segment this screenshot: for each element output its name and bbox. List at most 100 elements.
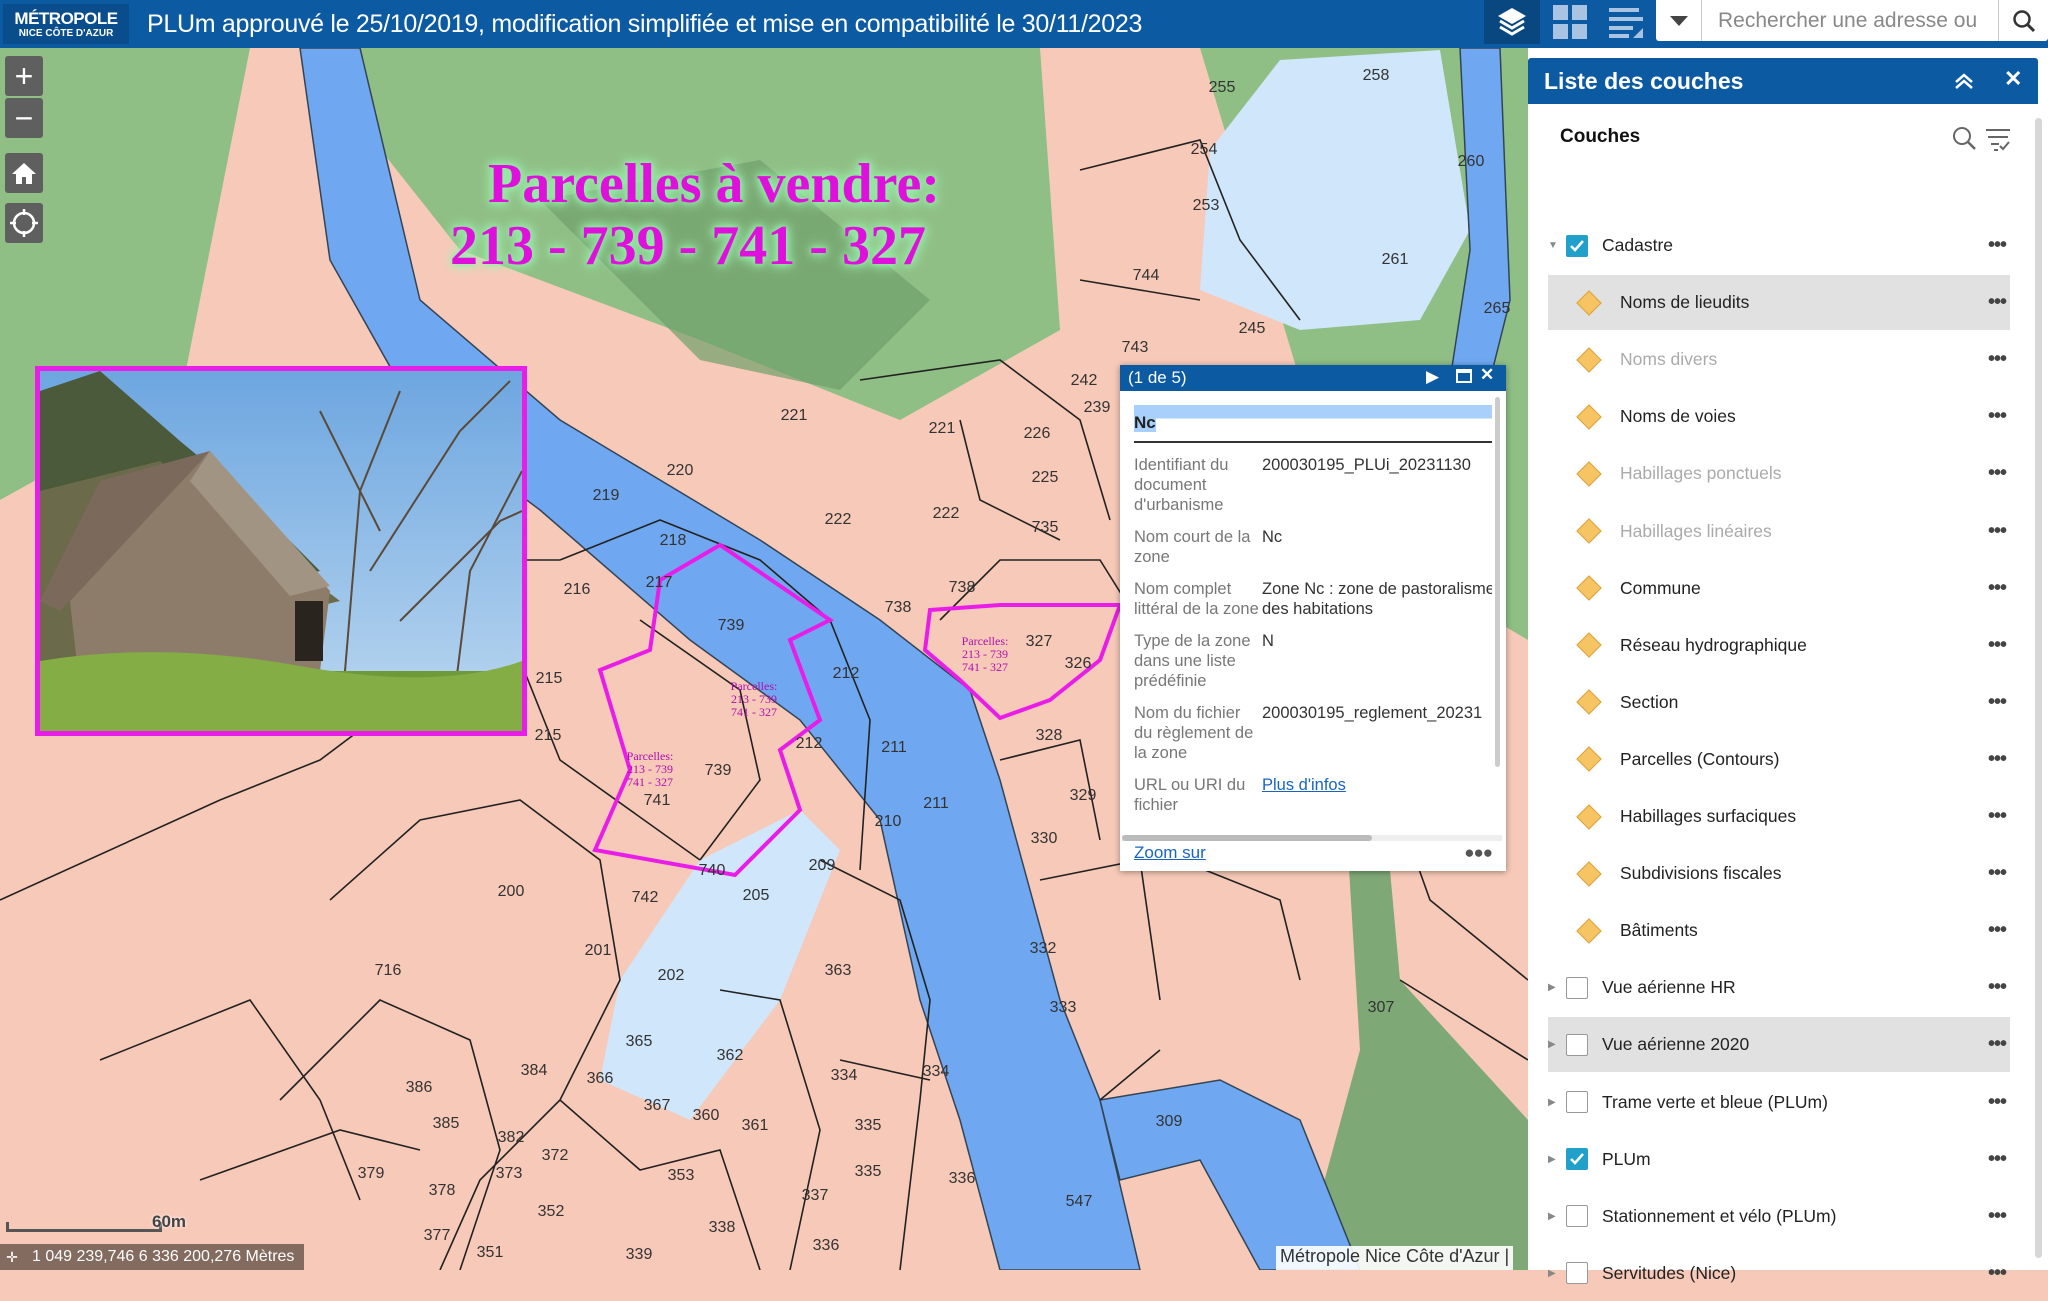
layer-options-button[interactable]: ••• <box>1988 1033 2007 1056</box>
parcel-number: 215 <box>535 727 562 744</box>
search-input[interactable] <box>1702 0 1998 41</box>
search-button[interactable] <box>1998 0 2048 41</box>
layer-checkbox[interactable] <box>1566 1205 1588 1228</box>
layer-options-button[interactable]: ••• <box>1988 577 2007 600</box>
zoom-out-button[interactable]: − <box>5 98 43 138</box>
search-source-dropdown[interactable] <box>1656 0 1702 41</box>
more-options-button[interactable]: ●●● <box>1464 843 1493 863</box>
minus-icon: − <box>14 99 34 136</box>
layer-checkbox[interactable] <box>1566 1033 1588 1056</box>
more-info-link[interactable]: Plus d'infos <box>1262 776 1346 794</box>
next-feature-button[interactable]: ▶ <box>1426 367 1439 387</box>
layer-options-button[interactable]: ••• <box>1988 976 2007 999</box>
layer-checkbox[interactable] <box>1566 976 1588 999</box>
layer-options-button[interactable]: ••• <box>1988 634 2007 657</box>
zoom-to-link[interactable]: Zoom sur <box>1134 843 1206 863</box>
parcel-number: 200 <box>498 883 525 900</box>
layer-item[interactable]: Noms de voies ••• <box>1548 389 2010 444</box>
layer-options-button[interactable]: ••• <box>1988 691 2007 714</box>
layer-options-button[interactable]: ••• <box>1988 1091 2007 1114</box>
layer-options-button[interactable]: ••• <box>1988 1205 2007 1228</box>
caret-right-icon[interactable]: ▶ <box>1548 1097 1562 1108</box>
close-panel-button[interactable]: ✕ <box>2004 66 2022 92</box>
caret-right-icon[interactable]: ▶ <box>1548 1268 1562 1279</box>
parcel-number: 201 <box>585 942 612 959</box>
layer-symbol-icon <box>1576 575 1602 601</box>
layer-options-button[interactable]: ••• <box>1988 405 2007 428</box>
layer-checkbox[interactable] <box>1566 1091 1588 1113</box>
layer-item[interactable]: Habillages surfaciques ••• <box>1548 789 2010 844</box>
layer-label: Trame verte et bleue (PLUm) <box>1602 1091 1828 1112</box>
parcel-sale-note: Parcelles: <box>962 634 1009 648</box>
layer-checkbox[interactable] <box>1566 1148 1588 1171</box>
caret-right-icon[interactable]: ▶ <box>1548 1039 1562 1050</box>
layer-options-button[interactable]: ••• <box>1988 919 2007 942</box>
caret-right-icon[interactable]: ▶ <box>1548 1211 1562 1222</box>
filter-icon[interactable] <box>1986 128 2012 152</box>
barn-photo <box>35 366 527 736</box>
scale-label: 60m <box>152 1212 187 1231</box>
parcel-number: 335 <box>855 1163 882 1180</box>
layer-item[interactable]: Section ••• <box>1548 675 2010 730</box>
layer-item[interactable]: ▶ Vue aérienne 2020 ••• <box>1548 1017 2010 1073</box>
overlay-parcel-numbers: 213 - 739 - 741 - 327 <box>450 215 926 277</box>
layer-item[interactable]: Commune ••• <box>1548 561 2010 616</box>
layer-item[interactable]: ▶ Trame verte et bleue (PLUm) ••• <box>1548 1075 2010 1130</box>
caret-right-icon[interactable]: ▶ <box>1548 982 1562 993</box>
parcel-number: 217 <box>646 574 673 591</box>
caret-right-icon[interactable]: ▶ <box>1548 1154 1562 1165</box>
parcel-number: 221 <box>781 407 808 424</box>
layer-options-button[interactable]: ••• <box>1988 462 2007 485</box>
layer-options-button[interactable]: ••• <box>1988 805 2007 828</box>
layer-options-button[interactable]: ••• <box>1988 348 2007 371</box>
close-popup-button[interactable]: ✕ <box>1480 365 1494 385</box>
locate-button[interactable] <box>5 203 43 243</box>
layer-item[interactable]: Habillages ponctuels ••• <box>1548 446 2010 501</box>
parcel-number: 351 <box>477 1244 504 1261</box>
legend-button[interactable] <box>1598 0 1654 44</box>
field-row: URL ou URI du fichier Plus d'infos <box>1134 776 1346 814</box>
home-button[interactable] <box>5 153 43 193</box>
parcel-number: 339 <box>626 1246 653 1263</box>
layer-options-button[interactable]: ••• <box>1988 291 2007 314</box>
parcel-number: 336 <box>813 1237 840 1254</box>
layer-item[interactable]: Réseau hydrographique ••• <box>1548 618 2010 673</box>
layer-options-button[interactable]: ••• <box>1988 862 2007 885</box>
layer-options-button[interactable]: ••• <box>1988 1262 2007 1285</box>
layer-checkbox[interactable] <box>1566 234 1588 257</box>
layer-checkbox[interactable] <box>1566 1262 1588 1285</box>
basemap-gallery-button[interactable] <box>1542 0 1598 44</box>
layer-label: Vue aérienne HR <box>1602 977 1736 998</box>
layer-item[interactable]: Subdivisions fiscales ••• <box>1548 846 2010 901</box>
horizontal-scrollbar[interactable] <box>1122 835 1502 841</box>
parcel-number: 740 <box>699 862 726 879</box>
vertical-scrollbar[interactable] <box>1495 397 1500 767</box>
panel-scrollbar[interactable] <box>2035 118 2042 1258</box>
collapse-icon[interactable] <box>1954 72 1974 90</box>
layer-options-button[interactable]: ••• <box>1988 748 2007 771</box>
layers-button[interactable] <box>1484 0 1540 44</box>
layer-options-button[interactable]: ••• <box>1988 520 2007 543</box>
layer-item[interactable]: Noms divers ••• <box>1548 332 2010 387</box>
layer-item[interactable]: Habillages linéaires ••• <box>1548 504 2010 559</box>
layer-item[interactable]: Bâtiments ••• <box>1548 903 2010 958</box>
layer-item[interactable]: ▶ Stationnement et vélo (PLUm) ••• <box>1548 1189 2010 1244</box>
layer-options-button[interactable]: ••• <box>1988 1148 2007 1171</box>
parcel-sale-note: 213 - 739 <box>962 647 1008 661</box>
layer-item[interactable]: ▼ Cadastre ••• <box>1548 218 2010 273</box>
parcel-number: 258 <box>1363 67 1390 84</box>
layer-item[interactable]: Parcelles (Contours) ••• <box>1548 732 2010 787</box>
layer-item[interactable]: ▶ Vue aérienne HR ••• <box>1548 960 2010 1015</box>
field-row: Nom du fichier du règlement de la zone 20… <box>1134 704 1483 762</box>
parcel-number: 365 <box>626 1033 653 1050</box>
parcel-number: 367 <box>644 1097 671 1114</box>
zoom-in-button[interactable]: + <box>5 56 43 96</box>
layer-item[interactable]: ▶ Servitudes (Nice) ••• <box>1548 1246 2010 1301</box>
caret-down-icon[interactable]: ▼ <box>1548 240 1562 251</box>
layer-options-button[interactable]: ••• <box>1988 234 2007 257</box>
maximize-button[interactable] <box>1456 368 1472 388</box>
search-layers-icon[interactable] <box>1952 126 1978 152</box>
layer-item[interactable]: Noms de lieudits ••• <box>1548 275 2010 331</box>
layer-item[interactable]: ▶ PLUm ••• <box>1548 1132 2010 1187</box>
crosshair-icon[interactable]: ✛ <box>0 1249 24 1266</box>
